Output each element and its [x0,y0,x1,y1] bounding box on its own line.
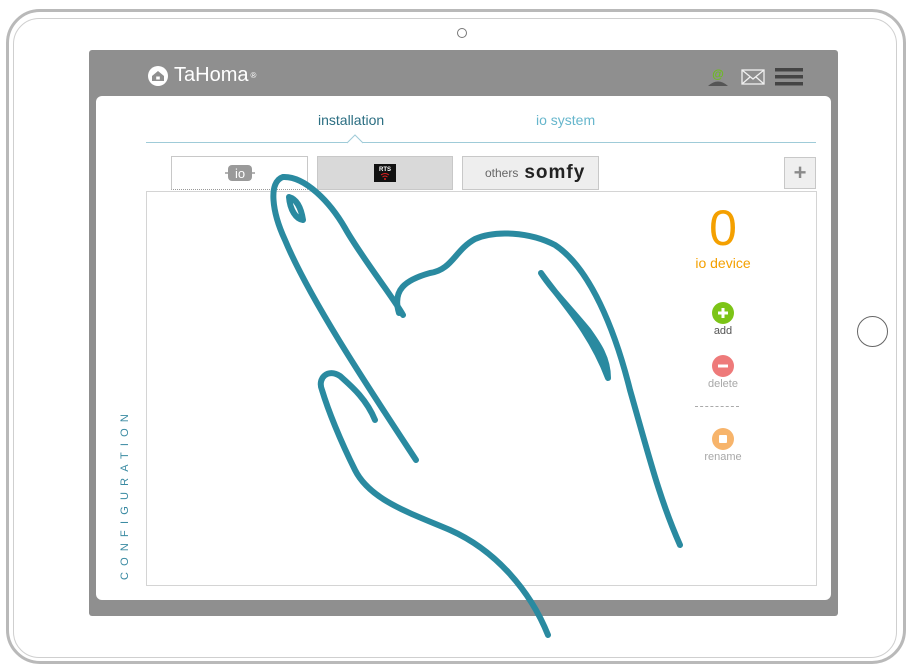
others-label: others [485,166,519,180]
app-logo: TaHoma ® [147,64,256,87]
add-label: add [713,325,733,337]
rts-logo-icon: RTS [374,164,396,182]
menu-icon[interactable] [775,66,803,88]
tab-underline [146,142,816,143]
registered-mark: ® [250,71,257,80]
svg-text:@: @ [712,67,724,81]
delete-label: delete [708,378,738,390]
device-count-label: io device [695,255,751,271]
action-divider [695,406,739,407]
rename-label: rename [704,451,742,463]
tab-installation[interactable]: installation [318,112,384,128]
rts-logo-text: RTS [379,167,391,173]
subtab-io[interactable]: io [171,156,308,190]
camera-icon [457,28,467,38]
app-name: TaHoma [174,64,249,86]
stop-square-icon [712,428,734,450]
io-logo-text: io [234,166,244,181]
tab-io-system[interactable]: io system [536,112,595,128]
delete-device-button[interactable]: delete [683,355,763,390]
minus-icon [712,355,734,377]
house-icon [148,65,168,86]
rename-device-button[interactable]: rename [683,428,763,463]
active-tab-caret-icon [347,134,363,144]
sidebar-configuration-label: CONFIGURATION [119,407,131,580]
somfy-logo: somfy [524,162,586,183]
subtab-others-somfy[interactable]: others somfy [462,156,599,190]
device-count-value: 0 [709,200,737,256]
subtab-rts[interactable]: RTS [317,156,453,190]
mail-icon[interactable] [741,68,765,86]
header-icons: @ [705,66,803,88]
add-device-button[interactable]: add [683,302,763,337]
home-button[interactable] [857,316,888,347]
add-protocol-button[interactable]: + [784,157,816,189]
user-at-icon[interactable]: @ [705,66,731,88]
io-logo-icon: io [224,165,255,181]
plus-icon [712,302,734,324]
